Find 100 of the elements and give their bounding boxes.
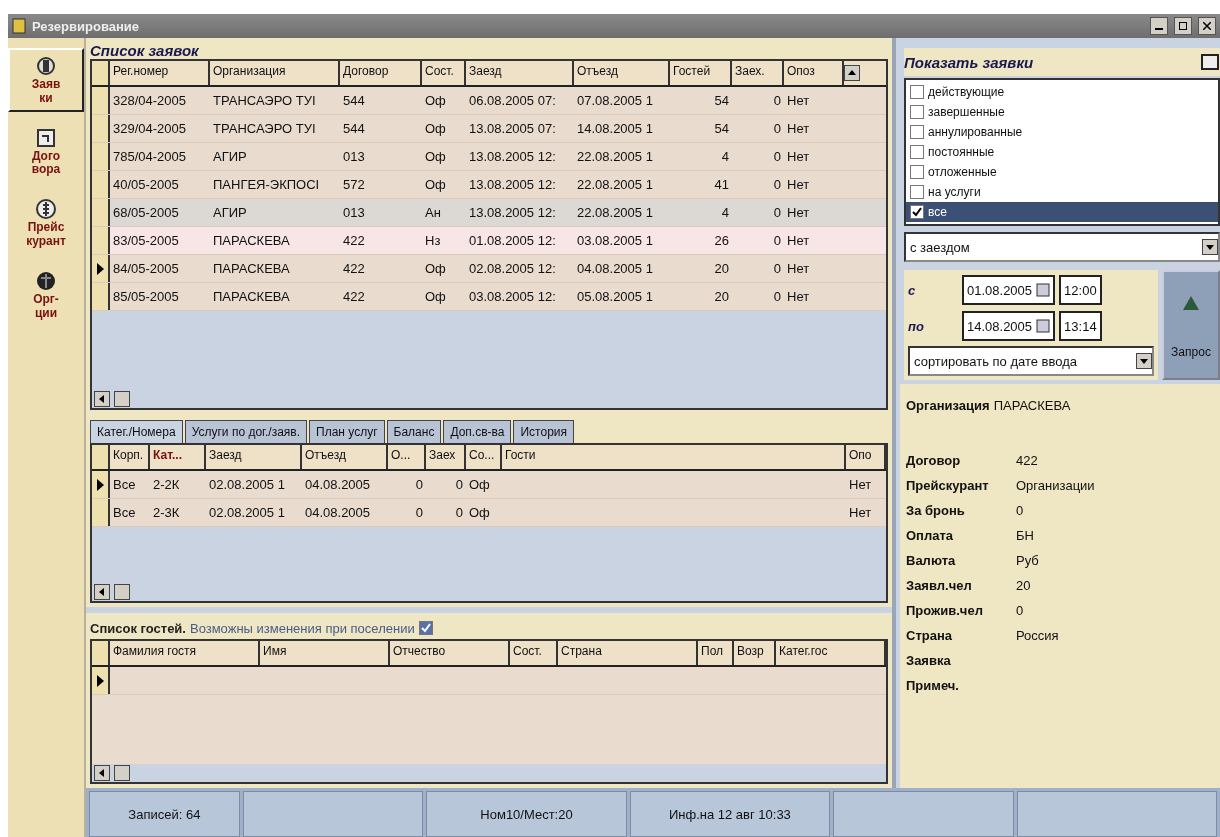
- column-header[interactable]: Гости: [502, 445, 846, 469]
- table-cell-text: 04.08.2005 1: [576, 261, 654, 276]
- scroll-thumb[interactable]: [114, 584, 130, 600]
- table-row[interactable]: 785/04-2005 АГИР 013 Оф 13.08.2005 12: 22.08.2005 1 4 0 Нет: [92, 143, 886, 171]
- checklist-item[interactable]: завершенные: [906, 102, 1218, 122]
- column-header[interactable]: Отъезд: [302, 445, 388, 469]
- column-header[interactable]: Отчество: [390, 641, 510, 665]
- table-cell-text: 785/04-2005: [112, 149, 187, 164]
- checkbox[interactable]: [910, 205, 924, 219]
- checklist-item[interactable]: на услуги: [906, 182, 1218, 202]
- table-row[interactable]: 84/05-2005 ПАРАСКЕВА 422 Оф 02.08.2005 12: 04.08.2005 1 20 0 Нет: [92, 255, 886, 283]
- table-row[interactable]: 40/05-2005 ПАНГЕЯ-ЭКПОСІ 572 Оф 13.08.2005 12: 22.08.2005 1 41 0 Нет: [92, 171, 886, 199]
- tab[interactable]: Катег./Номера: [90, 420, 183, 443]
- checkbox[interactable]: [910, 165, 924, 179]
- row-selector[interactable]: [92, 667, 110, 694]
- table-row[interactable]: 329/04-2005 ТРАНСАЭРО ТУІ 544 Оф 13.08.2005 07: 14.08.2005 1 54 0 Нет: [92, 115, 886, 143]
- checklist-item[interactable]: все: [906, 202, 1218, 222]
- column-header[interactable]: Корп.: [110, 445, 150, 469]
- tab[interactable]: История: [513, 420, 574, 443]
- close-button[interactable]: [1198, 17, 1216, 35]
- scroll-up-button[interactable]: [844, 65, 860, 81]
- checkbox[interactable]: [910, 145, 924, 159]
- column-header[interactable]: Отъезд: [574, 61, 670, 85]
- dropdown[interactable]: сортировать по дате ввода: [908, 346, 1154, 376]
- row-selector[interactable]: [92, 255, 110, 282]
- column-header[interactable]: Заезд: [206, 445, 302, 469]
- column-header[interactable]: Кат...: [150, 445, 206, 469]
- maximize-button[interactable]: [1174, 17, 1192, 35]
- scroll-left-button[interactable]: [94, 765, 110, 781]
- table-cell-text: 2-2К: [152, 477, 181, 492]
- column-header[interactable]: Заех.: [732, 61, 784, 85]
- tab[interactable]: Баланс: [386, 420, 442, 443]
- row-selector[interactable]: [92, 115, 110, 142]
- sidebar-item[interactable]: Прейс курант: [8, 191, 84, 255]
- checkbox[interactable]: [910, 125, 924, 139]
- date-field[interactable]: 01.08.2005: [962, 275, 1056, 305]
- column-header[interactable]: Заех: [426, 445, 466, 469]
- checklist-item[interactable]: действующие: [906, 82, 1218, 102]
- table-cell-text: 544: [342, 93, 366, 108]
- column-header[interactable]: Заезд: [466, 61, 574, 85]
- column-header[interactable]: Гостей: [670, 61, 732, 85]
- column-header[interactable]: Со...: [466, 445, 502, 469]
- row-selector[interactable]: [92, 171, 110, 198]
- checkbox[interactable]: [910, 85, 924, 99]
- table-cell-text: Оф: [424, 177, 447, 192]
- table-row[interactable]: 83/05-2005 ПАРАСКЕВА 422 Нз 01.08.2005 12: 03.08.2005 1 26 0 Нет: [92, 227, 886, 255]
- table-cell-text: 26: [713, 233, 730, 248]
- time-field[interactable]: 13:14: [1059, 311, 1102, 341]
- column-header[interactable]: Опо: [846, 445, 886, 469]
- scroll-left-button[interactable]: [94, 391, 110, 407]
- tab[interactable]: План услуг: [309, 420, 385, 443]
- table-cell-text: 0: [454, 477, 464, 492]
- table-row[interactable]: 328/04-2005 ТРАНСАЭРО ТУІ 544 Оф 06.08.2005 07: 07.08.2005 1 54 0 Нет: [92, 87, 886, 115]
- column-header[interactable]: Фамилия гостя: [110, 641, 260, 665]
- checklist-item[interactable]: аннулированные: [906, 122, 1218, 142]
- date-field[interactable]: 14.08.2005: [962, 311, 1056, 341]
- column-header[interactable]: Катег.гос: [776, 641, 886, 665]
- column-header[interactable]: Сост.: [510, 641, 558, 665]
- checkbox[interactable]: [418, 621, 433, 635]
- tab[interactable]: Услуги по дог./заяв.: [184, 420, 308, 443]
- column-header[interactable]: Пол: [698, 641, 734, 665]
- query-button[interactable]: Запрос: [1162, 270, 1220, 380]
- sidebar-item[interactable]: Орг- ции: [8, 262, 84, 327]
- checklist-item[interactable]: постоянные: [906, 142, 1218, 162]
- row-pointer-icon: [96, 478, 104, 491]
- row-selector[interactable]: [92, 471, 110, 498]
- sidebar-item[interactable]: Дого вора: [8, 119, 84, 184]
- scroll-thumb[interactable]: [114, 391, 130, 407]
- row-selector[interactable]: [92, 87, 110, 114]
- dropdown[interactable]: с заездом: [904, 232, 1220, 262]
- row-selector[interactable]: [92, 283, 110, 310]
- column-header[interactable]: Рег.номер: [110, 61, 210, 85]
- column-header[interactable]: Страна: [558, 641, 698, 665]
- time-field[interactable]: 12:00: [1059, 275, 1102, 305]
- column-header[interactable]: Имя: [260, 641, 390, 665]
- column-header[interactable]: Сост.: [422, 61, 466, 85]
- column-header[interactable]: Возр: [734, 641, 776, 665]
- column-header[interactable]: О...: [388, 445, 426, 469]
- table-cell-text: Нет: [786, 93, 811, 108]
- row-selector[interactable]: [92, 143, 110, 170]
- scroll-left-button[interactable]: [94, 584, 110, 600]
- table-row[interactable]: Все 2-2К 02.08.2005 1 04.08.2005 0 0 Оф Нет: [92, 471, 886, 499]
- table-cell-text: 07.08.2005 1: [576, 93, 654, 108]
- table-row[interactable]: 85/05-2005 ПАРАСКЕВА 422 Оф 03.08.2005 12: 05.08.2005 1 20 0 Нет: [92, 283, 886, 311]
- scroll-thumb[interactable]: [114, 765, 130, 781]
- checklist-item[interactable]: отложенные: [906, 162, 1218, 182]
- row-selector[interactable]: [92, 499, 110, 526]
- minimize-button[interactable]: [1150, 17, 1168, 35]
- table-row[interactable]: Все 2-3К 02.08.2005 1 04.08.2005 0 0 Оф Нет: [92, 499, 886, 527]
- row-selector[interactable]: [92, 199, 110, 226]
- table-row[interactable]: 68/05-2005 АГИР 013 Ан 13.08.2005 12: 22.08.2005 1 4 0 Нет: [92, 199, 886, 227]
- field-value: ПАРАСКЕВА: [993, 397, 1072, 413]
- column-header[interactable]: Организация: [210, 61, 340, 85]
- column-header[interactable]: Договор: [340, 61, 422, 85]
- checkbox[interactable]: [910, 105, 924, 119]
- tab[interactable]: Доп.св-ва: [443, 420, 512, 443]
- checkbox[interactable]: [910, 185, 924, 199]
- row-selector[interactable]: [92, 227, 110, 254]
- sidebar-item[interactable]: Заяв ки: [8, 48, 84, 112]
- table-cell-text: Нет: [786, 289, 811, 304]
